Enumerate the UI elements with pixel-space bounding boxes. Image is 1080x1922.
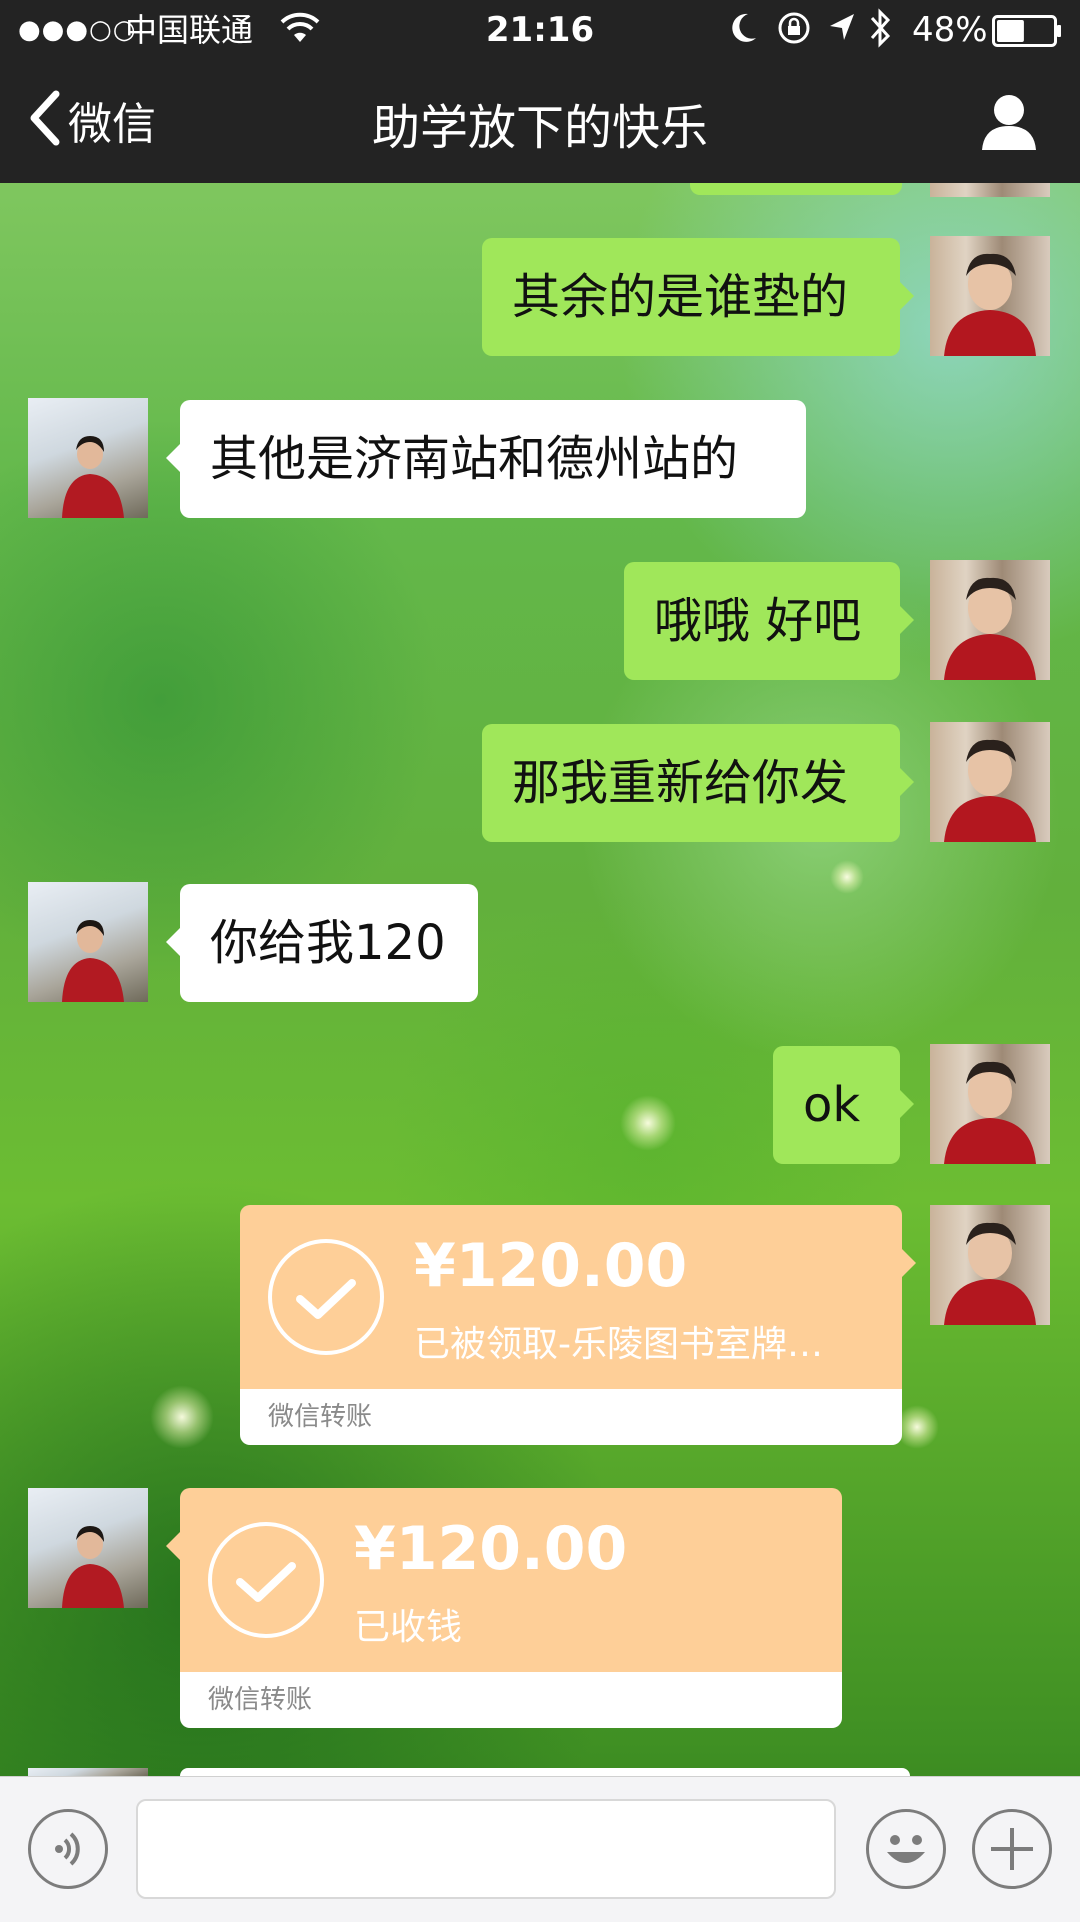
transfer-card-body: ¥120.00 已收钱	[180, 1488, 842, 1672]
emoji-icon	[869, 1835, 943, 1890]
contact-avatar[interactable]	[28, 882, 148, 1002]
check-circle-icon	[268, 1239, 384, 1355]
wallpaper-sparkle	[830, 860, 864, 894]
wallpaper-sparkle	[150, 1385, 214, 1449]
top-bar: ●●●○○ 中国联通 21:16 48% 微信 助学放下的快乐	[0, 0, 1080, 183]
my-message-bubble[interactable]: 那我重新给你发	[482, 724, 914, 842]
plus-icon	[975, 1828, 1049, 1890]
message-text: 那我重新给你发	[512, 755, 849, 811]
contact-avatar[interactable]	[28, 1488, 148, 1608]
contact-message-bubble[interactable]: 其他是济南站和德州站的	[166, 400, 806, 518]
contact-avatar	[28, 1768, 148, 1776]
location-icon	[826, 10, 858, 57]
my-avatar[interactable]	[930, 1205, 1050, 1325]
my-avatar[interactable]	[930, 560, 1050, 680]
nav-bar: 微信 助学放下的快乐	[0, 60, 1080, 183]
input-bar	[0, 1776, 1080, 1922]
my-avatar[interactable]	[930, 1044, 1050, 1164]
emoji-button[interactable]	[866, 1809, 946, 1889]
transfer-card[interactable]: ¥120.00 已被领取-乐陵图书室牌… 微信转账	[240, 1205, 916, 1445]
battery-icon	[992, 14, 1062, 58]
transfer-footer: 微信转账	[180, 1672, 842, 1728]
transfer-amount: ¥120.00	[354, 1514, 628, 1584]
voice-button[interactable]	[28, 1809, 108, 1889]
message-text: ok	[803, 1077, 861, 1133]
my-message-bubble[interactable]: 哦哦 好吧	[624, 562, 914, 680]
contact-avatar[interactable]	[28, 398, 148, 518]
transfer-status: 已被领取-乐陵图书室牌…	[414, 1324, 823, 1365]
my-avatar[interactable]	[930, 183, 1050, 197]
rotation-lock-icon	[776, 10, 812, 57]
contact-message-bubble[interactable]: 你给我120	[166, 884, 478, 1002]
transfer-footer-label: 微信转账	[208, 1685, 313, 1715]
transfer-card-body: ¥120.00 已被领取-乐陵图书室牌…	[240, 1205, 902, 1389]
message-input[interactable]	[136, 1799, 836, 1899]
transfer-footer: 微信转账	[240, 1389, 902, 1445]
transfer-footer-label: 微信转账	[268, 1402, 373, 1432]
message-text: 你给我120	[210, 915, 446, 971]
status-bar: ●●●○○ 中国联通 21:16 48%	[0, 0, 1080, 60]
plus-button[interactable]	[972, 1809, 1052, 1889]
transfer-card[interactable]: ¥120.00 已收钱 微信转账	[166, 1488, 842, 1728]
my-avatar[interactable]	[930, 236, 1050, 356]
check-circle-icon	[208, 1522, 324, 1638]
battery-percent: 48%	[912, 10, 988, 50]
wallpaper-sparkle	[620, 1095, 676, 1151]
my-message-bubble[interactable]: ok	[773, 1046, 914, 1164]
chat-info-button[interactable]	[978, 90, 1040, 152]
bluetooth-icon	[868, 8, 894, 59]
voice-icon	[31, 1832, 105, 1890]
transfer-amount: ¥120.00	[414, 1231, 688, 1301]
transfer-status: 已收钱	[354, 1607, 463, 1648]
message-text: 哦哦 好吧	[654, 593, 862, 649]
my-message-bubble[interactable]: 其余的是谁垫的	[482, 238, 914, 356]
message-bubble-partial	[690, 183, 902, 195]
my-avatar[interactable]	[930, 722, 1050, 842]
moon-icon	[728, 10, 760, 57]
message-bubble-partial	[180, 1768, 910, 1776]
message-text: 其余的是谁垫的	[512, 269, 849, 325]
message-text: 其他是济南站和德州站的	[210, 431, 739, 487]
person-icon	[978, 95, 1040, 156]
page-title: 助学放下的快乐	[371, 100, 708, 156]
